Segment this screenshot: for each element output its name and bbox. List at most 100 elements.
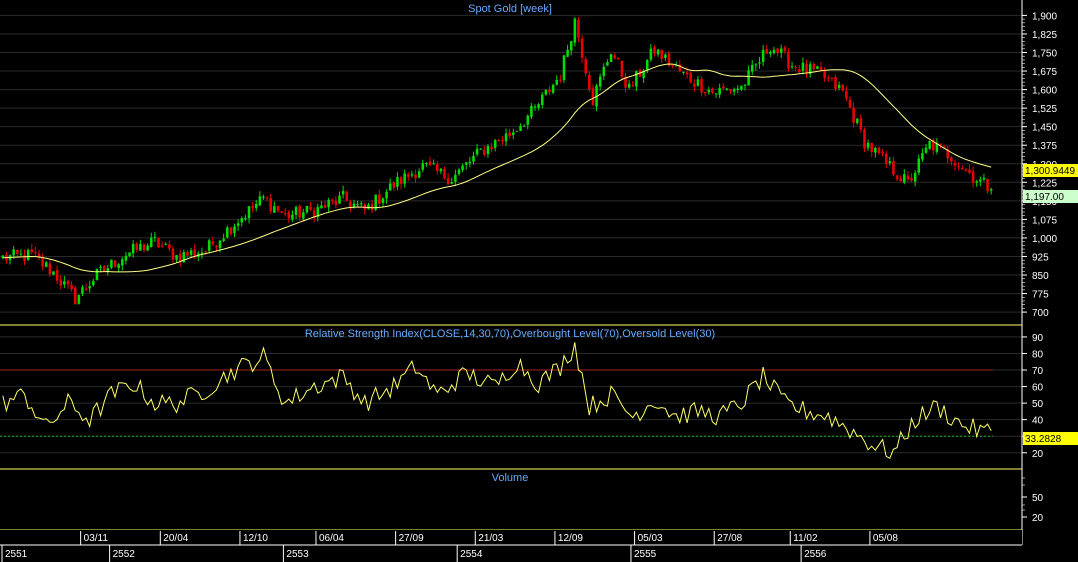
- candle-body: [740, 85, 743, 90]
- ma-value-label: 1,300.9449: [1025, 166, 1075, 177]
- candle-body: [899, 178, 902, 182]
- candle-body: [598, 76, 602, 87]
- candle-body: [331, 199, 334, 201]
- candle-body: [798, 69, 801, 73]
- candle-body: [559, 79, 562, 81]
- price-y-tick-label: 1,675: [1032, 67, 1057, 78]
- candle-body: [700, 78, 703, 93]
- candle-body: [139, 244, 142, 251]
- candle-body: [490, 146, 493, 150]
- candle-body: [23, 254, 26, 261]
- candle-body: [222, 238, 225, 241]
- candle-body: [584, 59, 587, 74]
- candle-body: [110, 259, 113, 268]
- x-date-tick-label: 06/04: [319, 533, 344, 544]
- candle-body: [396, 177, 399, 187]
- candle-body: [44, 262, 48, 267]
- candle-body: [468, 161, 472, 164]
- candle-body: [229, 227, 233, 234]
- candle-body: [305, 205, 309, 213]
- candle-body: [526, 115, 530, 125]
- candle-body: [606, 62, 609, 66]
- candle-body: [294, 207, 298, 215]
- candle-body: [790, 66, 794, 68]
- candle-body: [240, 218, 244, 223]
- candle-body: [486, 146, 490, 155]
- candle-body: [207, 240, 211, 251]
- candle-body: [979, 179, 982, 182]
- candle-body: [88, 286, 91, 289]
- volume-y-tick-label: 20: [1032, 513, 1044, 524]
- candle-body: [761, 49, 765, 63]
- candle-body: [910, 178, 913, 181]
- candle-body: [540, 94, 544, 105]
- candle-body: [801, 62, 805, 71]
- candle-body: [685, 72, 689, 75]
- candle-body: [750, 64, 754, 72]
- candle-body: [960, 167, 964, 169]
- candle-body: [327, 200, 330, 208]
- candle-body: [819, 67, 823, 71]
- candle-body: [388, 183, 392, 191]
- candle-body: [73, 287, 77, 305]
- candle-body: [569, 41, 573, 51]
- candle-body: [345, 191, 349, 201]
- candle-body: [537, 104, 540, 108]
- candle-body: [682, 71, 685, 73]
- candle-body: [551, 84, 555, 93]
- candle-body: [664, 54, 667, 58]
- candle-body: [924, 147, 928, 153]
- candle-body: [392, 182, 396, 188]
- price-panel-title: Spot Gold [week]: [468, 3, 552, 15]
- candle-body: [577, 20, 580, 38]
- candle-body: [671, 64, 674, 66]
- candle-body: [656, 49, 660, 55]
- candle-body: [265, 197, 269, 199]
- candle-body: [338, 195, 341, 204]
- candle-body: [428, 161, 432, 165]
- candle-body: [968, 169, 971, 173]
- x-year-tick-label: 2553: [286, 549, 309, 560]
- candle-body: [323, 204, 327, 208]
- candle-body: [884, 153, 888, 164]
- x-axis: 03/11 20/04 12/10 06/04 27/09 21/03 12/09 05/03…: [0, 530, 1022, 562]
- candle-body: [367, 204, 370, 210]
- candle-body: [70, 284, 73, 290]
- close-value-badge: 1,197.00: [1023, 190, 1078, 203]
- candle-body: [848, 99, 852, 108]
- candle-body: [280, 211, 283, 213]
- rsi-value-badge: 33.2828: [1023, 432, 1078, 445]
- candle-body: [236, 223, 240, 226]
- candle-body: [475, 148, 479, 155]
- candle-body: [562, 55, 566, 80]
- candle-body: [291, 214, 294, 220]
- candle-body: [613, 55, 616, 59]
- price-y-tick-label: 850: [1032, 271, 1049, 282]
- candle-body: [450, 182, 454, 184]
- candle-body: [12, 249, 15, 256]
- candle-body: [870, 143, 873, 153]
- candle-body: [620, 60, 624, 77]
- price-y-tick-label: 1,375: [1032, 141, 1057, 152]
- candle-body: [276, 205, 280, 211]
- candle-body: [349, 201, 352, 208]
- candle-body: [812, 64, 816, 70]
- candle-body: [863, 129, 866, 149]
- candle-body: [917, 158, 921, 173]
- candle-body: [707, 89, 711, 93]
- candle-body: [233, 226, 236, 234]
- candle-body: [269, 198, 272, 212]
- candle-body: [711, 88, 714, 93]
- volume-panel-title: Volume: [492, 472, 529, 484]
- candle-body: [334, 200, 338, 205]
- price-y-tick-label: 700: [1032, 308, 1049, 319]
- candle-body: [283, 213, 287, 215]
- rsi-y-tick-label: 50: [1032, 399, 1044, 410]
- x-date-tick-label: 27/09: [399, 533, 424, 544]
- candle-body: [34, 252, 37, 254]
- candle-body: [609, 54, 613, 62]
- candle-body: [533, 106, 537, 108]
- candle-body: [135, 243, 139, 250]
- price-y-tick-label: 1,900: [1032, 11, 1057, 22]
- candle-body: [168, 244, 171, 249]
